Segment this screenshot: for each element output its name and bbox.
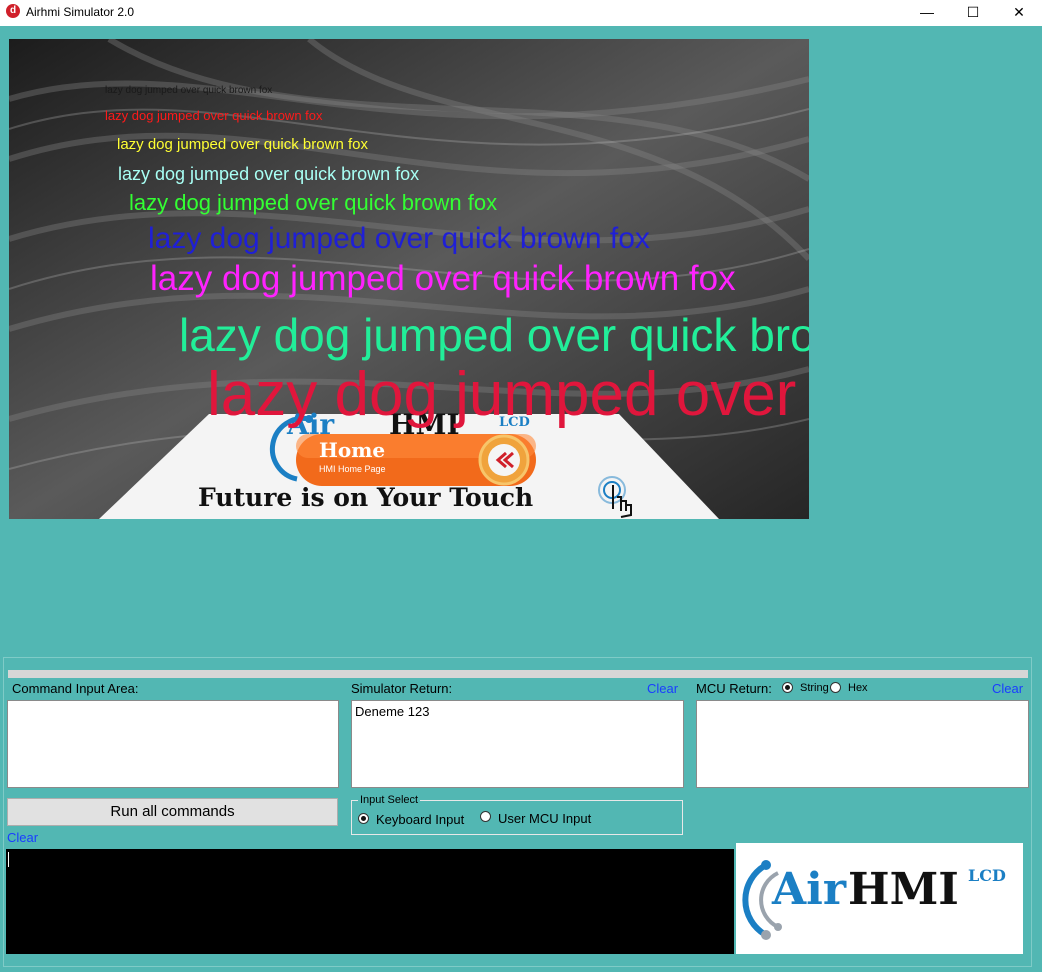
simulator-return-label: Simulator Return: — [351, 681, 453, 696]
run-all-commands-button[interactable]: Run all commands — [7, 798, 338, 826]
console-output[interactable] — [6, 849, 734, 954]
demo-line-6: lazy dog jumped over quick brown fox — [148, 222, 650, 255]
demo-line-7: lazy dog jumped over quick brown fox — [150, 259, 736, 298]
mcu-return-clear-link[interactable]: Clear — [992, 681, 1023, 696]
demo-line-4: lazy dog jumped over quick brown fox — [118, 164, 420, 184]
panel-progress-bar — [8, 670, 1028, 678]
keyboard-input-radio[interactable] — [358, 813, 369, 824]
window-title: Airhmi Simulator 2.0 — [26, 5, 135, 19]
hmi-screen[interactable]: lazy dog jumped over quick brown fox laz… — [9, 39, 809, 519]
mcu-return-label: MCU Return: — [696, 681, 772, 696]
text-caret — [8, 852, 9, 867]
user-mcu-input-label[interactable]: User MCU Input — [498, 811, 591, 826]
home-button-subtitle: HMI Home Page — [319, 464, 386, 474]
simulator-return-clear-link[interactable]: Clear — [647, 681, 678, 696]
user-mcu-input-radio[interactable] — [480, 811, 491, 822]
simulator-return-area[interactable]: Deneme 123 — [351, 700, 684, 788]
mcu-format-string-radio[interactable] — [782, 682, 793, 693]
demo-line-9: lazy dog jumped over quick brown fox — [207, 360, 809, 429]
console-clear-link[interactable]: Clear — [7, 830, 38, 845]
maximize-button[interactable]: ☐ — [950, 0, 996, 26]
command-input-label: Command Input Area: — [12, 681, 139, 696]
mcu-format-string-label[interactable]: String — [800, 682, 829, 694]
app-icon: d — [6, 4, 20, 18]
mcu-format-hex-label[interactable]: Hex — [848, 682, 868, 694]
mcu-format-hex-radio[interactable] — [830, 682, 841, 693]
demo-line-3: lazy dog jumped over quick brown fox — [117, 136, 368, 153]
demo-line-2: lazy dog jumped over quick brown fox — [105, 108, 323, 123]
demo-line-1: lazy dog jumped over quick brown fox — [105, 85, 273, 96]
command-input-area[interactable] — [7, 700, 339, 788]
tagline: Future is on Your Touch — [198, 483, 534, 512]
demo-line-5: lazy dog jumped over quick brown fox — [129, 190, 498, 215]
keyboard-input-label[interactable]: Keyboard Input — [376, 812, 464, 827]
title-bar: d Airhmi Simulator 2.0 — ☐ ✕ — [0, 0, 1042, 26]
logo-lcd-text: LCD — [968, 866, 1006, 885]
home-button-title[interactable]: Home — [319, 440, 385, 460]
airhmi-logo: Air HMI LCD — [736, 843, 1023, 954]
input-select-title: Input Select — [358, 794, 421, 806]
minimize-button[interactable]: — — [904, 0, 950, 26]
logo-air-text: Air — [772, 864, 847, 915]
demo-line-8: lazy dog jumped over quick brown fox — [179, 309, 809, 361]
mcu-return-area[interactable] — [696, 700, 1029, 788]
close-button[interactable]: ✕ — [996, 0, 1042, 26]
logo-hmi-text: HMI — [848, 864, 959, 915]
